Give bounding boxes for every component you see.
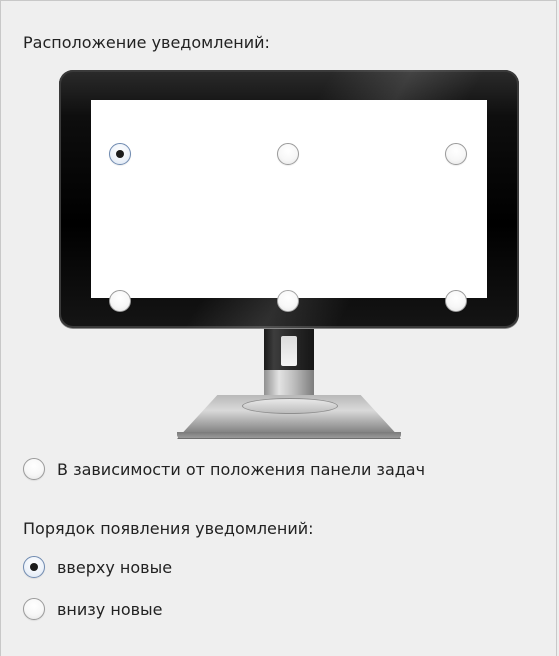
placement-heading: Расположение уведомлений:	[23, 33, 270, 52]
taskbar-position-radio[interactable]	[23, 458, 45, 480]
position-bottom-left-radio[interactable]	[109, 290, 131, 312]
order-newest-bottom-label: внизу новые	[57, 599, 163, 619]
monitor-neck-cutout	[281, 336, 297, 366]
order-newest-top-label: вверху новые	[57, 557, 173, 577]
monitor-screen	[91, 100, 487, 312]
notification-settings-panel: Расположение уведомлений: В зависимости …	[0, 0, 557, 656]
taskbar-position-label: В зависимости от положения панели задач	[57, 459, 426, 479]
radio-dot	[30, 563, 38, 571]
radio-dot	[116, 150, 124, 158]
monitor-base-edge	[177, 432, 401, 438]
order-newest-bottom-radio[interactable]	[23, 598, 45, 620]
position-bottom-center-radio[interactable]	[277, 290, 299, 312]
taskbar-position-option[interactable]: В зависимости от положения панели задач	[23, 457, 425, 481]
order-newest-top-radio[interactable]	[23, 556, 45, 578]
order-option-newest-bottom[interactable]: внизу новые	[23, 597, 163, 621]
position-bottom-right-radio[interactable]	[445, 290, 467, 312]
position-top-center-radio[interactable]	[277, 143, 299, 165]
order-heading: Порядок появления уведомлений:	[23, 519, 314, 538]
monitor-illustration	[59, 70, 519, 442]
position-top-left-radio[interactable]	[109, 143, 131, 165]
monitor-base-ring	[242, 398, 338, 414]
position-top-right-radio[interactable]	[445, 143, 467, 165]
order-option-newest-top[interactable]: вверху новые	[23, 555, 172, 579]
monitor-bezel	[59, 70, 519, 328]
